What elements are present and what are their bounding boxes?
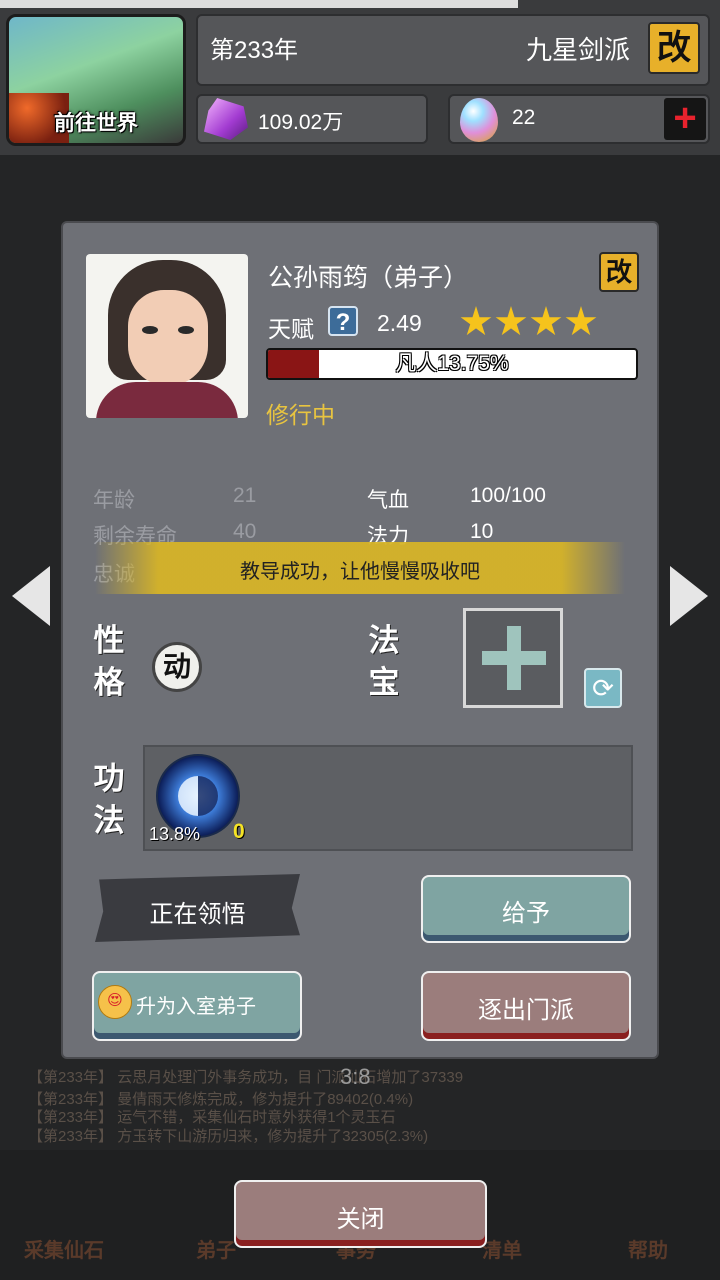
personality-title: 性 格 xyxy=(89,620,129,704)
skills-title-char: 法 xyxy=(93,803,125,838)
artifact-title: 法 宝 xyxy=(364,620,404,704)
disciple-name: 公孙雨筠（弟子） xyxy=(268,264,469,292)
talent-label: 天赋 xyxy=(268,316,314,342)
egg-icon xyxy=(460,98,498,142)
skills-title-char: 功 xyxy=(93,761,125,796)
comprehending-label: 正在领悟 xyxy=(149,901,246,928)
nav-help: 帮助 xyxy=(628,1240,668,1262)
previous-disciple-arrow-icon[interactable] xyxy=(12,566,50,626)
cultivation-status: 修行中 xyxy=(266,402,335,428)
disciple-portrait xyxy=(86,254,248,418)
talent-value: 2.49 xyxy=(377,310,422,336)
egg-count: 22 xyxy=(512,106,536,129)
sect-name: 九星剑派 xyxy=(526,35,631,65)
promote-label: 升为入室弟子 xyxy=(136,996,256,1018)
plus-icon xyxy=(507,626,521,690)
log-line: 【第233年】 云思月处理门外事务成功，目 门派仙石增加了37339 xyxy=(28,1069,464,1086)
personality-badge[interactable]: 动 xyxy=(152,642,202,692)
skills-title: 功 法 xyxy=(89,758,129,842)
year-text: 第233年 xyxy=(210,37,299,64)
add-egg-button[interactable]: + xyxy=(664,98,706,140)
rename-sect-button[interactable]: 改 xyxy=(648,22,700,74)
toast-message: 教导成功，让他慢慢吸收吧 xyxy=(240,561,480,583)
heart-eyes-icon: 😍 xyxy=(98,985,132,1019)
talent-help-button[interactable]: ? xyxy=(328,306,358,336)
top-strip xyxy=(0,0,518,8)
personality-title-char: 格 xyxy=(93,665,125,700)
rename-disciple-button[interactable]: 改 xyxy=(599,252,639,292)
nav-list: 清单 xyxy=(482,1240,522,1262)
next-disciple-arrow-icon[interactable] xyxy=(670,566,708,626)
refresh-icon[interactable]: ⟳ xyxy=(584,668,622,708)
age-value: 21 xyxy=(233,484,257,507)
mana-value: 10 xyxy=(470,520,494,543)
log-line: 【第233年】 运气不错，采集仙石时意外获得1个灵玉石 xyxy=(28,1109,396,1126)
go-to-world-label: 前往世界 xyxy=(54,112,138,135)
lifespan-value: 40 xyxy=(233,520,257,543)
personality-title-char: 性 xyxy=(93,623,125,658)
artifact-slot-add-button[interactable] xyxy=(463,608,563,708)
nav-collect-stones: 采集仙石 xyxy=(24,1240,104,1262)
spirit-stone-count: 109.02万 xyxy=(258,111,344,134)
age-label: 年龄 xyxy=(93,489,135,512)
give-label: 给予 xyxy=(502,900,550,927)
artifact-title-char: 宝 xyxy=(368,665,400,700)
go-to-world-button[interactable]: 前往世界 xyxy=(6,14,186,146)
hp-label: 气血 xyxy=(367,489,409,512)
log-line: 【第233年】 方玉转下山游历归来，修为提升了32305(2.3%) xyxy=(28,1128,429,1145)
skill-level: 0 xyxy=(233,820,245,843)
nav-disciples: 弟子 xyxy=(196,1240,236,1262)
expel-label: 逐出门派 xyxy=(478,997,574,1024)
artifact-title-char: 法 xyxy=(368,623,400,658)
close-label: 关闭 xyxy=(336,1206,385,1233)
timer: 3:8 xyxy=(340,1064,371,1089)
realm-progress-bar: 凡人13.75% xyxy=(266,348,638,380)
skill-progress: 13.8% xyxy=(149,824,201,844)
hp-value: 100/100 xyxy=(470,484,546,507)
realm-progress-text: 凡人13.75% xyxy=(395,352,509,375)
